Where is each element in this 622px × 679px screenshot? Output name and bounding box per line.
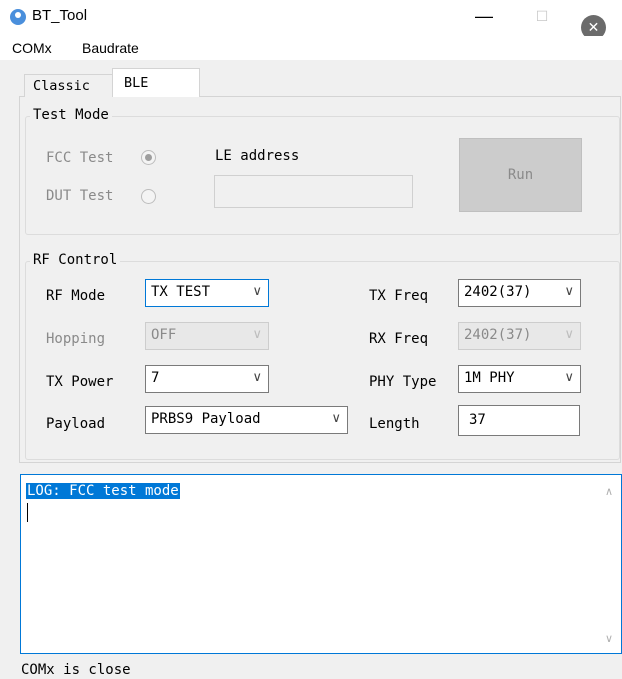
hopping-select[interactable]: OFF ∨ (145, 322, 269, 350)
phy-type-select[interactable]: 1M PHY ∨ (458, 365, 581, 393)
maximize-button[interactable]: ☐ (530, 4, 554, 28)
payload-value: PRBS9 Payload (151, 411, 261, 427)
menu-comx[interactable]: COMx (12, 40, 52, 56)
tab-ble[interactable]: BLE (112, 68, 200, 97)
test-mode-title: Test Mode (30, 107, 112, 123)
window-title: BT_Tool (32, 7, 88, 24)
le-address-label: LE address (215, 148, 300, 164)
length-input[interactable]: 37 (458, 405, 580, 436)
app-icon (10, 9, 26, 25)
chevron-down-icon: ∨ (252, 327, 262, 342)
scroll-up-icon[interactable]: ∧ (605, 485, 613, 498)
run-button[interactable]: Run (459, 138, 582, 212)
chevron-down-icon: ∨ (252, 370, 262, 385)
rf-control-title: RF Control (30, 252, 121, 268)
payload-select[interactable]: PRBS9 Payload ∨ (145, 406, 348, 434)
tx-freq-label: TX Freq (369, 288, 429, 304)
tab-classic[interactable]: Classic (24, 74, 114, 97)
rf-mode-value: TX TEST (151, 284, 211, 300)
title-bar (0, 0, 622, 36)
length-label: Length (369, 416, 420, 432)
tab-ble-label: BLE (124, 75, 149, 91)
minimize-button[interactable]: — (472, 4, 496, 28)
menu-baudrate[interactable]: Baudrate (82, 40, 139, 56)
radio-selected-dot (145, 154, 152, 161)
maximize-icon: ☐ (535, 8, 549, 24)
fcc-test-label: FCC Test (46, 150, 114, 166)
log-textarea[interactable]: LOG: FCC test mode ∧ ∨ (20, 474, 622, 654)
chevron-down-icon: ∨ (564, 284, 574, 299)
rf-mode-select[interactable]: TX TEST ∨ (145, 279, 269, 307)
le-address-input[interactable] (214, 175, 413, 208)
payload-label: Payload (46, 416, 106, 432)
minimize-icon: — (475, 6, 493, 26)
tab-classic-label: Classic (33, 78, 90, 94)
scroll-down-icon[interactable]: ∨ (605, 632, 613, 645)
tx-freq-value: 2402(37) (464, 284, 532, 300)
status-text: COMx is close (21, 662, 131, 678)
fcc-test-radio[interactable] (141, 150, 156, 165)
dut-test-radio[interactable] (141, 189, 156, 204)
tx-power-select[interactable]: 7 ∨ (145, 365, 269, 393)
chevron-down-icon: ∨ (252, 284, 262, 299)
tx-power-label: TX Power (46, 374, 114, 390)
hopping-label: Hopping (46, 331, 106, 347)
rx-freq-label: RX Freq (369, 331, 429, 347)
close-icon: ✕ (587, 19, 600, 35)
rx-freq-value: 2402(37) (464, 327, 532, 343)
log-line: LOG: FCC test mode (26, 483, 180, 499)
rx-freq-select[interactable]: 2402(37) ∨ (458, 322, 581, 350)
dut-test-label: DUT Test (46, 188, 114, 204)
length-value: 37 (469, 412, 486, 428)
rf-mode-label: RF Mode (46, 288, 106, 304)
hopping-value: OFF (151, 327, 177, 343)
chevron-down-icon: ∨ (564, 327, 574, 342)
tx-freq-select[interactable]: 2402(37) ∨ (458, 279, 581, 307)
phy-type-label: PHY Type (369, 374, 437, 390)
phy-type-value: 1M PHY (464, 370, 515, 386)
text-caret (27, 503, 28, 522)
chevron-down-icon: ∨ (564, 370, 574, 385)
tx-power-value: 7 (151, 370, 160, 386)
chevron-down-icon: ∨ (331, 411, 341, 426)
